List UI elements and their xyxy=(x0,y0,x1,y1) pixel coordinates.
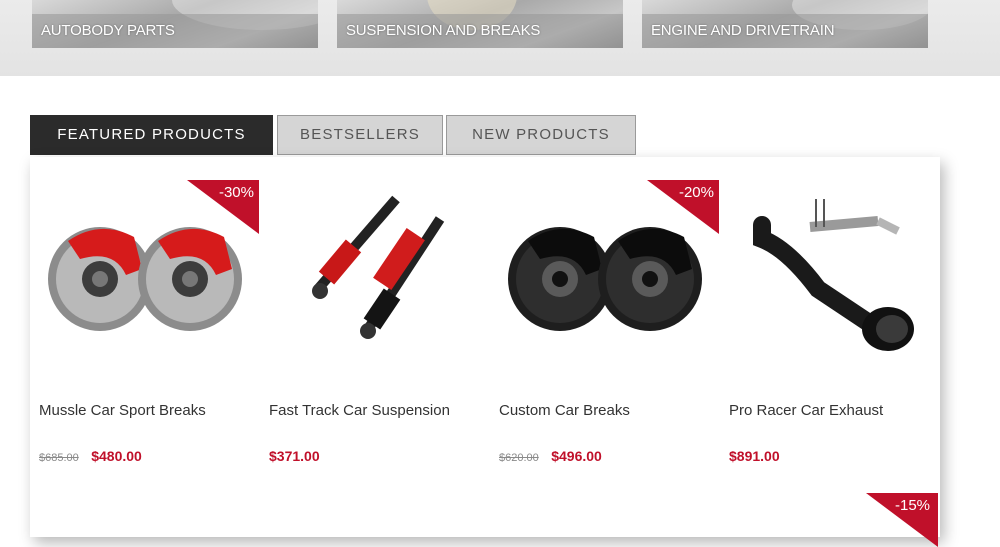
black-brake-kit-image[interactable] xyxy=(498,179,712,369)
price-row: $371.00 xyxy=(269,448,320,466)
category-strip: AUTOBODY PARTS SUSPENSION AND BREAKS ENG… xyxy=(0,0,1000,76)
category-tile-engine[interactable]: ENGINE AND DRIVETRAIN xyxy=(642,0,928,48)
category-label: SUSPENSION AND BREAKS xyxy=(346,22,541,39)
price-row: $685.00 $480.00 xyxy=(39,448,142,466)
product-name-link[interactable]: Mussle Car Sport Breaks xyxy=(39,402,206,419)
tab-new-products[interactable]: NEW PRODUCTS xyxy=(446,115,636,155)
product-name-link[interactable]: Custom Car Breaks xyxy=(499,402,630,419)
category-label: AUTOBODY PARTS xyxy=(41,22,175,39)
product-card[interactable]: Pro Racer Car Exhaust $891.00 xyxy=(720,157,949,487)
category-tile-suspension[interactable]: SUSPENSION AND BREAKS xyxy=(337,0,623,48)
discount-badge: -15% xyxy=(895,497,931,514)
tab-bestsellers[interactable]: BESTSELLERS xyxy=(277,115,443,155)
tab-featured-products[interactable]: FEATURED PRODUCTS xyxy=(30,115,273,155)
price: $480.00 xyxy=(91,448,142,464)
product-name-link[interactable]: Pro Racer Car Exhaust xyxy=(729,402,883,419)
price: $496.00 xyxy=(551,448,602,464)
old-price: $685.00 xyxy=(39,452,79,464)
price-row: $891.00 xyxy=(729,448,780,466)
old-price: $620.00 xyxy=(499,452,539,464)
price: $371.00 xyxy=(269,448,320,464)
discount-badge: -30% xyxy=(218,184,254,201)
exhaust-pipe-image[interactable] xyxy=(728,179,942,369)
product-card[interactable]: -30% Mussle Car Sport Breaks $685.00 $48… xyxy=(30,157,259,487)
category-tile-autobody[interactable]: AUTOBODY PARTS xyxy=(32,0,318,48)
product-card[interactable]: Fast Track Car Suspension $371.00 xyxy=(260,157,489,487)
discount-badge: -20% xyxy=(678,184,714,201)
product-card[interactable]: -20% Custom Car Breaks $620.00 $496.00 xyxy=(490,157,719,487)
red-brake-kit-image[interactable] xyxy=(38,179,252,369)
price-row: $620.00 $496.00 xyxy=(499,448,602,466)
category-label: ENGINE AND DRIVETRAIN xyxy=(651,22,835,39)
coilover-suspension-image[interactable] xyxy=(268,179,482,369)
featured-products-panel: -30% Mussle Car Sport Breaks $685.00 $48… xyxy=(30,157,940,537)
product-name-link[interactable]: Fast Track Car Suspension xyxy=(269,402,450,419)
price: $891.00 xyxy=(729,448,780,464)
